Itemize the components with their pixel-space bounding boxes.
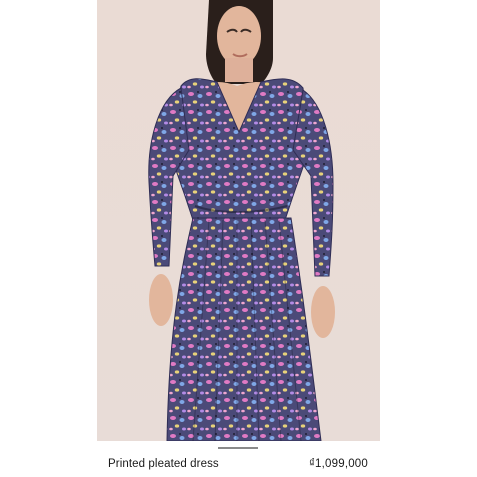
product-image[interactable] — [97, 0, 380, 441]
product-card[interactable]: Printed pleated dress ₫1,099,000 — [0, 0, 477, 477]
carousel-indicator[interactable] — [218, 447, 258, 449]
product-name[interactable]: Printed pleated dress — [108, 458, 219, 470]
dress-photo-illustration — [97, 0, 380, 441]
product-price: ₫1,099,000 — [308, 458, 368, 470]
